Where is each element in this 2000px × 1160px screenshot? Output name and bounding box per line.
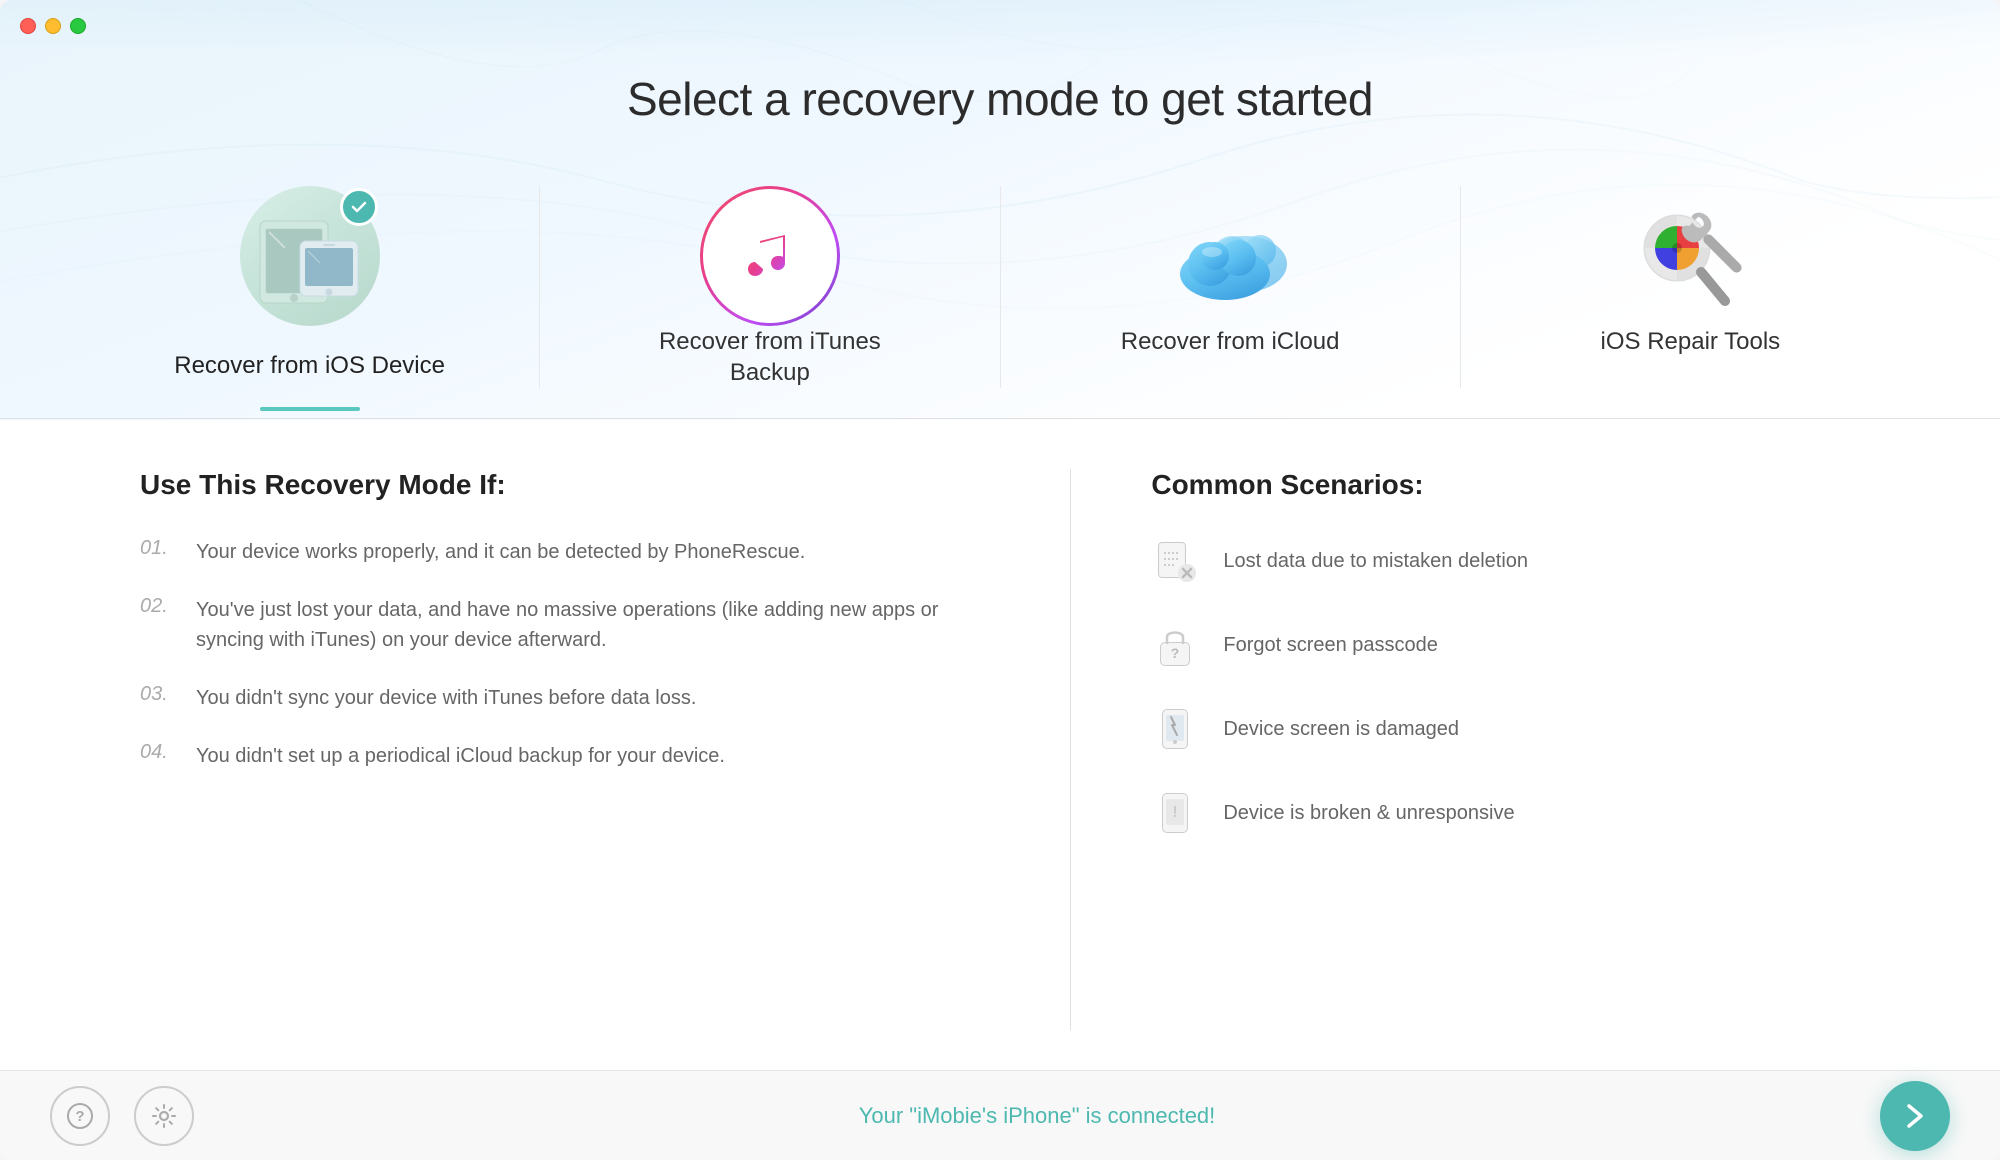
- scenario-text-3: Device screen is damaged: [1223, 718, 1459, 741]
- close-button[interactable]: [20, 18, 36, 34]
- footer-status: Your "iMobie's iPhone" is connected!: [859, 1103, 1216, 1129]
- svg-text:!: !: [1173, 804, 1178, 821]
- info-section: Use This Recovery Mode If: 01. Your devi…: [0, 419, 2000, 1070]
- page-title: Select a recovery mode to get started: [0, 72, 2000, 126]
- main-content: Select a recovery mode to get started: [0, 52, 2000, 1070]
- next-button[interactable]: [1880, 1081, 1950, 1151]
- app-window: Select a recovery mode to get started: [0, 0, 2000, 1160]
- condition-num-1: 01.: [140, 537, 180, 560]
- scenario-item-4: ! Device is broken & unresponsive: [1151, 789, 1860, 837]
- scenario-item-2: ? Forgot screen passcode: [1151, 621, 1860, 669]
- traffic-lights: [20, 18, 86, 34]
- scenario-text-4: Device is broken & unresponsive: [1223, 802, 1514, 825]
- condition-num-2: 02.: [140, 595, 180, 618]
- itunes-icon-wrapper: [700, 186, 840, 326]
- scenario-item-1: Lost data due to mistaken deletion: [1151, 537, 1860, 585]
- minimize-button[interactable]: [45, 18, 61, 34]
- screen-damage-icon: [1151, 705, 1199, 753]
- scenario-text-1: Lost data due to mistaken deletion: [1223, 550, 1528, 573]
- selected-underline: [260, 407, 360, 411]
- mode-ios-device[interactable]: Recover from iOS Device: [80, 176, 539, 411]
- condition-text-3: You didn't sync your device with iTunes …: [196, 683, 696, 713]
- icloud-icon-wrapper: [1160, 186, 1300, 326]
- scenario-list: Lost data due to mistaken deletion ? For…: [1151, 537, 1860, 837]
- scenario-text-2: Forgot screen passcode: [1223, 634, 1438, 657]
- itunes-backup-label: Recover from iTunesBackup: [659, 326, 881, 388]
- modes-row: Recover from iOS Device: [0, 176, 2000, 418]
- repair-tools-label: iOS Repair Tools: [1601, 326, 1781, 357]
- icloud-label: Recover from iCloud: [1121, 326, 1340, 357]
- condition-text-1: Your device works properly, and it can b…: [196, 537, 805, 567]
- vertical-divider: [1070, 469, 1071, 1030]
- common-scenarios: Common Scenarios:: [1151, 469, 1860, 1030]
- mode-repair-tools[interactable]: iOS Repair Tools: [1461, 176, 1920, 387]
- condition-item-1: 01. Your device works properly, and it c…: [140, 537, 990, 567]
- condition-text-2: You've just lost your data, and have no …: [196, 595, 990, 655]
- svg-text:?: ?: [1171, 645, 1180, 661]
- ios-device-label: Recover from iOS Device: [174, 350, 445, 381]
- itunes-music-icon: [735, 221, 805, 291]
- condition-list: 01. Your device works properly, and it c…: [140, 537, 990, 771]
- condition-item-3: 03. You didn't sync your device with iTu…: [140, 683, 990, 713]
- maximize-button[interactable]: [70, 18, 86, 34]
- repair-tools-icon-wrapper: [1620, 186, 1760, 326]
- condition-item-4: 04. You didn't set up a periodical iClou…: [140, 741, 990, 771]
- condition-num-4: 04.: [140, 741, 180, 764]
- ios-device-icon-wrapper: [240, 186, 380, 326]
- condition-text-4: You didn't set up a periodical iCloud ba…: [196, 741, 725, 771]
- file-delete-icon: [1151, 537, 1199, 585]
- lock-question-icon: ?: [1151, 621, 1199, 669]
- condition-num-3: 03.: [140, 683, 180, 706]
- scenarios-title: Common Scenarios:: [1151, 469, 1860, 501]
- selected-check-badge: [340, 188, 378, 226]
- titlebar: [0, 0, 2000, 52]
- mode-itunes-backup[interactable]: Recover from iTunesBackup: [540, 176, 999, 418]
- settings-button[interactable]: [134, 1086, 194, 1146]
- device-broken-icon: !: [1151, 789, 1199, 837]
- footer-left: ?: [50, 1086, 194, 1146]
- help-button[interactable]: ?: [50, 1086, 110, 1146]
- scenario-item-3: Device screen is damaged: [1151, 705, 1860, 753]
- icloud-icon: [1160, 206, 1300, 306]
- recovery-conditions: Use This Recovery Mode If: 01. Your devi…: [140, 469, 990, 1030]
- repair-tools-icon: [1625, 196, 1755, 316]
- conditions-title: Use This Recovery Mode If:: [140, 469, 990, 501]
- mode-icloud[interactable]: Recover from iCloud: [1001, 176, 1460, 387]
- svg-text:?: ?: [75, 1108, 84, 1125]
- footer: ? Your "iMobie's iPhone" is connected!: [0, 1070, 2000, 1160]
- condition-item-2: 02. You've just lost your data, and have…: [140, 595, 990, 655]
